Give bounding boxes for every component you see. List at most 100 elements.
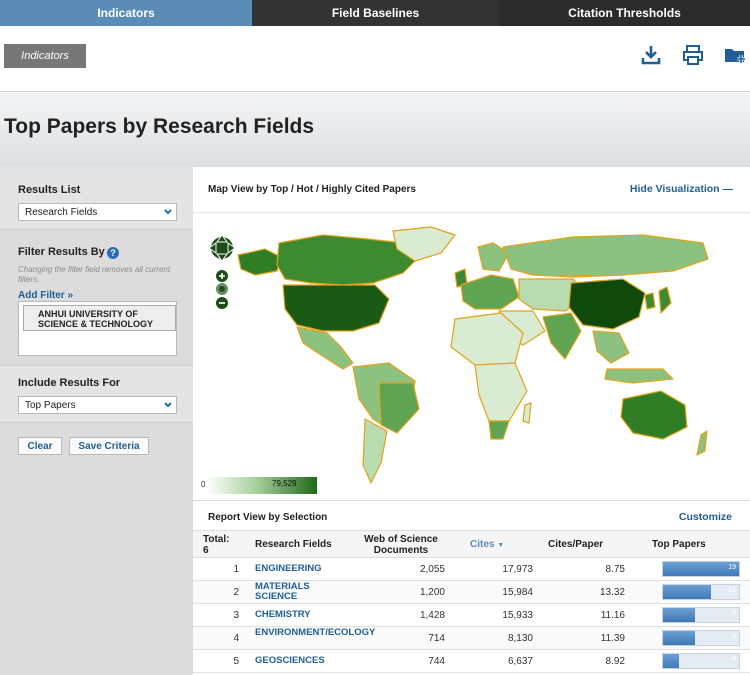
research-field-link[interactable]: MATERIALS SCIENCE [255,582,353,602]
filter-list: ANHUI UNIVERSITY OF SCIENCE & TECHNOLOGY [18,301,177,356]
map-region-south-america-south [362,418,388,484]
tab-indicators[interactable]: Indicators [0,0,252,26]
zoom-slider-icon[interactable] [216,283,228,295]
header-cites[interactable]: Cites ▼ [470,539,504,551]
world-map-svg [237,226,709,484]
top-papers-bar: 4 [662,653,740,669]
table-row[interactable]: 5 GEOSCIENCES 744 6,637 8.92 4 [193,650,750,673]
help-icon[interactable]: ? [107,247,119,259]
top-papers-fill [663,654,679,668]
top-papers-fill [663,631,695,645]
report-title: Report View by Selection [208,512,328,523]
map-region-southeast-asia [592,330,630,364]
map-region-indonesia [604,368,674,384]
chevron-down-icon [162,399,174,411]
research-field-link[interactable]: ENGINEERING [255,564,322,574]
research-field-link[interactable]: ENVIRONMENT/ECOLOGY [255,628,375,638]
table-row[interactable]: 3 CHEMISTRY 1,428 15,933 11.16 8 [193,604,750,627]
header-cites-label: Cites [470,539,495,550]
hide-visualization-link[interactable]: Hide Visualization — [630,183,733,195]
rank-cell: 3 [233,610,239,621]
header-top-papers[interactable]: Top Papers [652,539,706,550]
tab-citation-thresholds[interactable]: Citation Thresholds [499,0,750,26]
print-icon[interactable] [682,44,704,66]
hide-visualization-label: Hide Visualization [629,183,720,195]
map-region-usa [282,284,390,332]
map-region-new-zealand [696,430,708,456]
map-region-europe [460,274,520,310]
documents-cell: 714 [428,633,445,644]
top-papers-value: 12 [728,587,736,594]
rank-cell: 5 [233,656,239,667]
table-row[interactable]: 4 ENVIRONMENT/ECOLOGY 714 8,130 11.39 8 [193,627,750,650]
top-papers-value: 4 [732,656,736,663]
results-list-value: Research Fields [25,206,98,218]
toolbar: Indicators [0,26,750,92]
top-papers-bar: 8 [662,607,740,623]
report-header: Report View by Selection Customize [193,500,750,530]
documents-cell: 2,055 [419,564,445,575]
top-papers-value: 8 [732,610,736,617]
customize-link[interactable]: Customize [679,511,732,523]
top-nav: Indicators Field Baselines Citation Thre… [0,0,750,26]
table-row[interactable]: 1 ENGINEERING 2,055 17,973 8.75 19 [193,558,750,581]
cites-per-paper-cell: 8.92 [605,656,625,667]
minus-icon: — [722,183,734,195]
research-field-link[interactable]: CHEMISTRY [255,610,311,620]
pan-control-icon[interactable] [208,234,236,262]
rank-cell: 2 [233,587,239,598]
map-region-alaska [237,248,282,276]
main-panel: Map View by Top / Hot / Highly Cited Pap… [193,167,750,675]
map-zoom-controls [208,234,236,309]
top-papers-value: 8 [732,633,736,640]
table-row[interactable]: 2 MATERIALS SCIENCE 1,200 15,984 13.32 12 [193,581,750,604]
include-results-select[interactable]: Top Papers [18,396,177,414]
cites-cell: 6,637 [507,656,533,667]
research-field-link[interactable]: GEOSCIENCES [255,656,325,666]
zoom-in-icon[interactable] [216,270,228,282]
documents-cell: 1,200 [419,587,445,598]
add-folder-icon[interactable] [724,44,746,66]
results-list-select[interactable]: Research Fields [18,203,177,221]
include-section [0,366,193,423]
cites-per-paper-cell: 8.75 [605,564,625,575]
map-region-south-africa [488,420,510,440]
download-icon[interactable] [640,44,662,66]
header-total: Total: 6 [203,534,230,556]
add-filter-link[interactable]: Add Filter » [18,290,73,301]
cites-per-paper-cell: 11.16 [600,610,625,621]
top-papers-bar: 12 [662,584,740,600]
top-papers-fill [663,585,711,599]
tab-field-baselines[interactable]: Field Baselines [252,0,499,26]
map-title: Map View by Top / Hot / Highly Cited Pap… [208,184,416,195]
clear-button[interactable]: Clear [18,437,62,455]
documents-cell: 1,428 [419,610,445,621]
header-wos-documents[interactable]: Web of Science Documents [356,534,446,556]
top-papers-fill [663,608,695,622]
map-region-china [568,278,646,330]
cites-cell: 15,933 [502,610,533,621]
cites-cell: 17,973 [502,564,533,575]
zoom-out-icon[interactable] [216,297,228,309]
header-cites-per-paper[interactable]: Cites/Paper [548,539,603,550]
cites-per-paper-cell: 13.32 [599,587,625,598]
cites-cell: 15,984 [502,587,533,598]
sidebar [0,167,193,675]
map-region-madagascar [522,402,532,424]
results-list-label: Results List [18,184,81,196]
map-region-korea [644,292,656,310]
top-papers-value: 19 [728,564,736,571]
include-results-label: Include Results For [18,377,121,389]
cites-per-paper-cell: 11.39 [600,633,625,644]
breadcrumb[interactable]: Indicators [4,44,86,68]
save-criteria-button[interactable]: Save Criteria [69,437,149,455]
map-region-japan [658,286,672,314]
top-papers-bar: 19 [662,561,740,577]
include-results-value: Top Papers [25,399,76,411]
table-body: 1 ENGINEERING 2,055 17,973 8.75 19 2 MATERIALS … [193,558,750,675]
header-research-fields[interactable]: Research Fields [255,539,332,550]
rank-cell: 4 [233,633,239,644]
map-region-mexico [296,326,354,370]
legend-max: 79,529 [272,479,297,488]
filter-chip[interactable]: ANHUI UNIVERSITY OF SCIENCE & TECHNOLOGY [23,305,176,331]
